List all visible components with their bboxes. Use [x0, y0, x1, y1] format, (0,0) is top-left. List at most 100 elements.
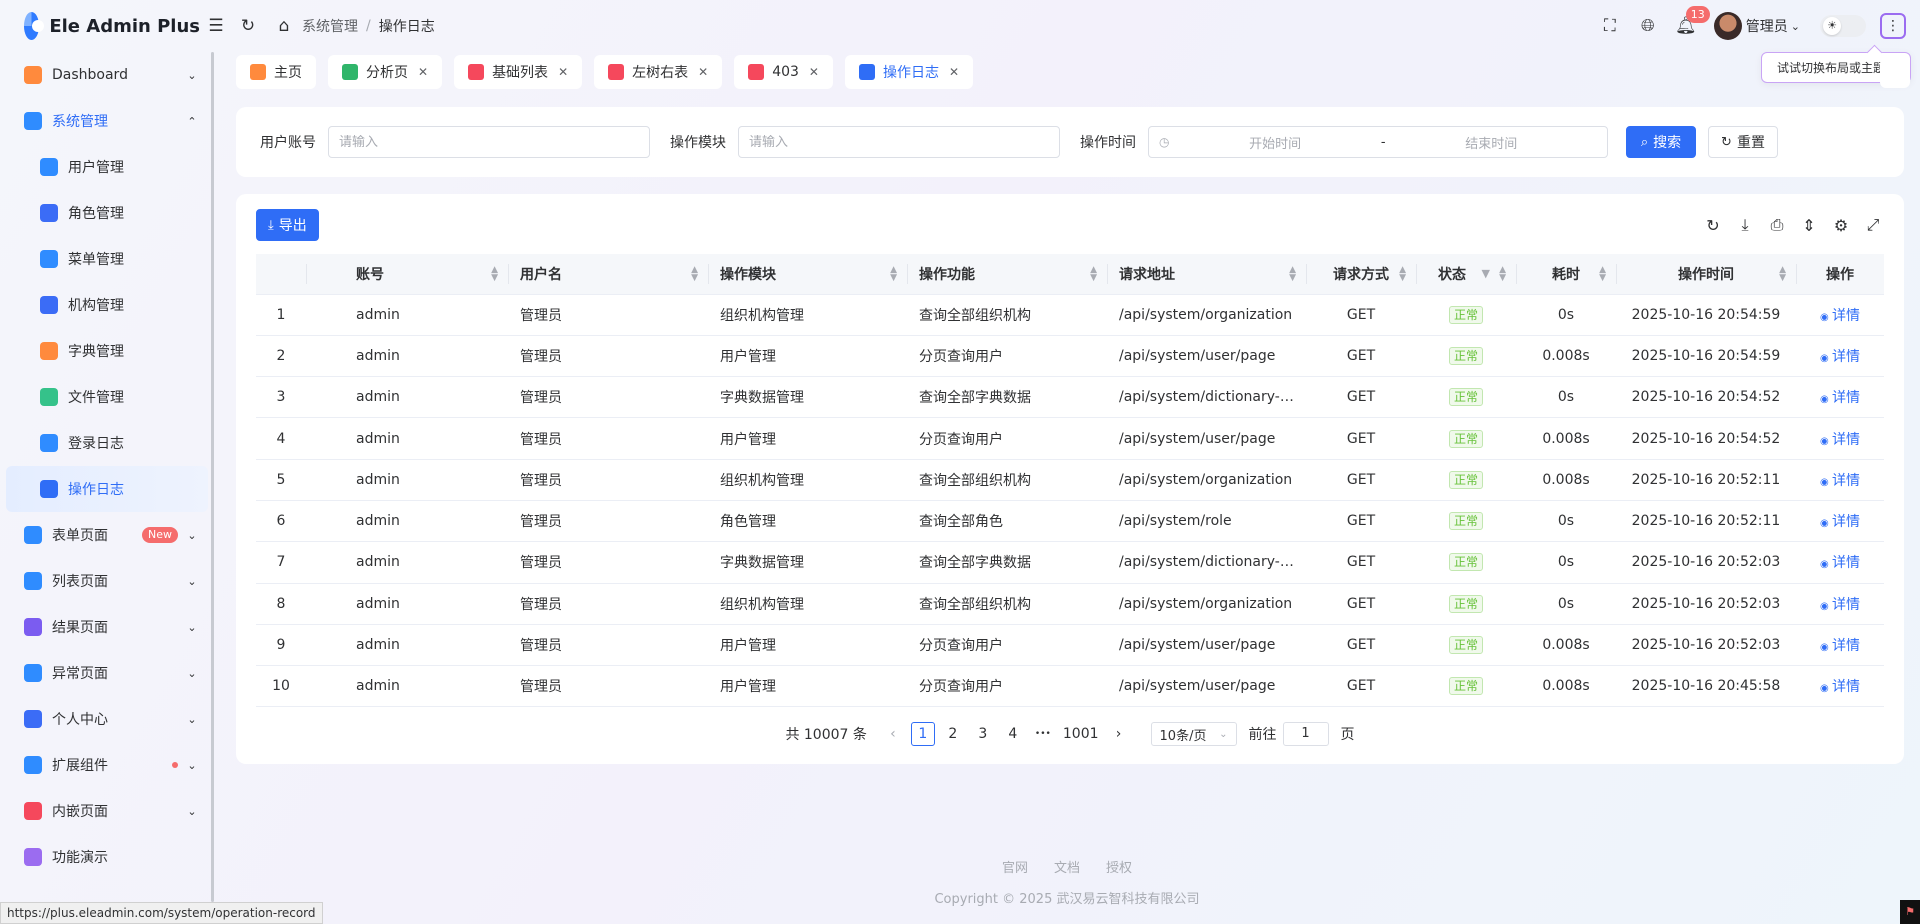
detail-link[interactable]: ◉ 详情	[1820, 597, 1860, 613]
sidebar-item[interactable]: 结果页面 ⌄	[0, 604, 214, 650]
tab-item[interactable]: 左树右表 ✕	[594, 55, 723, 89]
sidebar-item[interactable]: 表单页面 New ⌄	[0, 512, 214, 558]
collapse-menu-icon[interactable]: ☰	[200, 10, 232, 42]
detail-link[interactable]: ◉ 详情	[1820, 432, 1860, 448]
sidebar-item[interactable]: 登录日志	[0, 420, 214, 466]
more-pages-icon[interactable]: •••	[1031, 722, 1055, 746]
sidebar-item[interactable]: 异常页面 ⌄	[0, 650, 214, 696]
sidebar-item[interactable]: 个人中心 ⌄	[0, 696, 214, 742]
app-logo[interactable]: Ele Admin Plus	[0, 12, 200, 40]
date-range-picker[interactable]: ◷ 开始时间 - 结束时间	[1148, 126, 1608, 158]
sidebar-item[interactable]: 菜单管理	[0, 236, 214, 282]
detail-link[interactable]: ◉ 详情	[1820, 679, 1860, 695]
export-download-icon[interactable]: ⤓	[1734, 214, 1756, 236]
detail-link[interactable]: ◉ 详情	[1820, 349, 1860, 365]
close-icon[interactable]: ✕	[558, 65, 568, 79]
page-item[interactable]: 1	[910, 722, 935, 746]
detail-link[interactable]: ◉ 详情	[1820, 514, 1860, 530]
sidebar-scrollbar[interactable]	[211, 52, 214, 902]
footer-link-website[interactable]: 官网	[1002, 857, 1028, 876]
print-icon[interactable]: ⎙	[1766, 214, 1788, 236]
tabs-more-button[interactable]	[1880, 58, 1910, 88]
tab-item[interactable]: 分析页 ✕	[328, 55, 443, 89]
col-function[interactable]: 操作功能 ▲ ▼	[907, 254, 1107, 295]
page-item[interactable]: 2	[941, 722, 965, 746]
page-item[interactable]: 3	[971, 722, 995, 746]
sidebar-item[interactable]: 用户管理	[0, 144, 214, 190]
reset-button[interactable]: ↻ 重置	[1708, 126, 1778, 158]
fullscreen-icon[interactable]: ⛶	[1594, 10, 1626, 42]
sidebar-item[interactable]: 内嵌页面 ⌄	[0, 788, 214, 834]
close-icon[interactable]: ✕	[949, 65, 959, 79]
sort-icon[interactable]: ▲ ▼	[1090, 266, 1097, 283]
refresh-icon[interactable]: ↻	[232, 10, 264, 42]
col-status[interactable]: 状态 ▼ ▲ ▼	[1416, 254, 1516, 295]
sidebar-item[interactable]: 列表页面 ⌄	[0, 558, 214, 604]
status-badge: 正常	[1448, 388, 1483, 407]
more-vertical-icon[interactable]: ⋮	[1880, 13, 1906, 39]
col-url[interactable]: 请求地址 ▲ ▼	[1107, 254, 1306, 295]
footer-link-license[interactable]: 授权	[1106, 857, 1132, 876]
footer-link-docs[interactable]: 文档	[1054, 857, 1080, 876]
notification-bell-icon[interactable]: 🔔︎ 13	[1670, 6, 1710, 42]
goto-page-input[interactable]: 1	[1282, 722, 1329, 746]
detail-link[interactable]: ◉ 详情	[1820, 390, 1860, 406]
col-account[interactable]: 账号 ▲ ▼	[306, 254, 508, 295]
sidebar-item[interactable]: 操作日志	[6, 466, 208, 512]
sort-icon[interactable]: ▲ ▼	[1399, 266, 1406, 283]
home-icon[interactable]: ⌂	[272, 10, 296, 42]
detail-link[interactable]: ◉ 详情	[1820, 308, 1860, 324]
sidebar-item[interactable]: 系统管理 ⌃	[0, 98, 214, 144]
page-size-select[interactable]: 10条/页 ⌄	[1150, 722, 1237, 746]
detail-link[interactable]: ◉ 详情	[1820, 555, 1860, 571]
sidebar-item[interactable]: 扩展组件 ⌄	[0, 742, 214, 788]
filter-icon[interactable]: ▼	[1482, 267, 1490, 280]
end-time-input[interactable]: 结束时间	[1386, 133, 1597, 152]
sidebar-item[interactable]: 字典管理	[0, 328, 214, 374]
column-settings-icon[interactable]: ⚙	[1830, 214, 1852, 236]
tab-item[interactable]: 操作日志 ✕	[844, 55, 974, 89]
prev-page-icon[interactable]: ‹	[881, 722, 905, 746]
close-icon[interactable]: ✕	[698, 65, 708, 79]
user-dropdown[interactable]: 管理员 ⌄	[1713, 12, 1800, 40]
page-item-last[interactable]: 1001	[1061, 722, 1101, 746]
tab-item[interactable]: 403 ✕	[734, 55, 833, 89]
flag-icon[interactable]: ⚑	[1900, 900, 1920, 924]
refresh-table-icon[interactable]: ↻	[1702, 214, 1724, 236]
search-button[interactable]: ⌕ 搜索	[1626, 126, 1696, 158]
sort-icon[interactable]: ▲ ▼	[1779, 266, 1786, 283]
export-button[interactable]: ⤓ 导出	[256, 209, 319, 241]
sort-icon[interactable]: ▲ ▼	[1289, 266, 1296, 283]
next-page-icon[interactable]: ›	[1107, 722, 1131, 746]
page-item[interactable]: 4	[1001, 722, 1025, 746]
close-icon[interactable]: ✕	[809, 65, 819, 79]
sort-icon[interactable]: ▲ ▼	[691, 266, 698, 283]
tab-item[interactable]: 基础列表 ✕	[454, 55, 583, 89]
sidebar-item[interactable]: Dashboard ⌄	[0, 52, 214, 98]
tab-item[interactable]: 主页	[236, 55, 316, 89]
module-input[interactable]	[749, 134, 1059, 150]
sidebar-item[interactable]: 角色管理	[0, 190, 214, 236]
sort-icon[interactable]: ▲ ▼	[1499, 266, 1506, 283]
sidebar-item[interactable]: 功能演示	[0, 834, 214, 880]
detail-link[interactable]: ◉ 详情	[1820, 473, 1860, 489]
sort-icon[interactable]: ▲ ▼	[491, 266, 498, 283]
close-icon[interactable]: ✕	[418, 65, 428, 79]
sidebar-item[interactable]: 机构管理	[0, 282, 214, 328]
density-icon[interactable]: ⇕	[1798, 214, 1820, 236]
account-input[interactable]	[339, 134, 649, 150]
maximize-icon[interactable]: ⤢	[1862, 214, 1884, 236]
sidebar-item[interactable]: 文件管理	[0, 374, 214, 420]
sort-icon[interactable]: ▲ ▼	[890, 266, 897, 283]
breadcrumb-item-system[interactable]: 系统管理	[302, 16, 358, 36]
language-icon[interactable]: 🌐︎	[1632, 10, 1664, 42]
theme-toggle-switch[interactable]	[1820, 15, 1866, 37]
detail-link[interactable]: ◉ 详情	[1820, 638, 1860, 654]
col-time[interactable]: 操作时间 ▲ ▼	[1616, 254, 1796, 295]
col-username[interactable]: 用户名 ▲ ▼	[508, 254, 708, 295]
sort-icon[interactable]: ▲ ▼	[1599, 266, 1606, 283]
col-module[interactable]: 操作模块 ▲ ▼	[708, 254, 907, 295]
start-time-input[interactable]: 开始时间	[1169, 133, 1380, 152]
col-method[interactable]: 请求方式 ▲ ▼	[1306, 254, 1416, 295]
col-cost[interactable]: 耗时 ▲ ▼	[1516, 254, 1616, 295]
